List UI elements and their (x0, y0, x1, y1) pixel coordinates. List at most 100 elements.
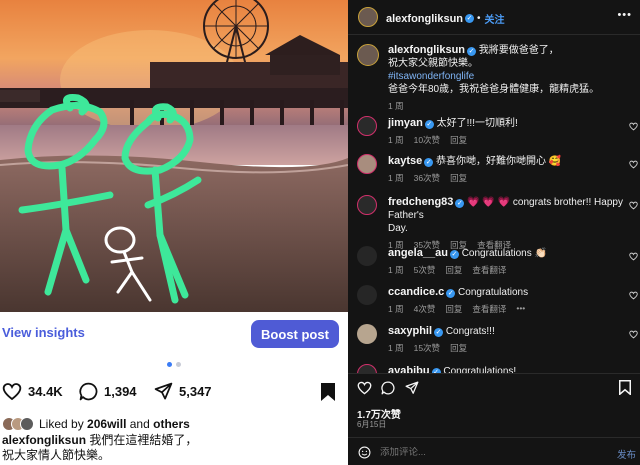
comment-body: ccandice.c ✓ Congratulations 1 周 4次赞 回复 查… (388, 286, 628, 315)
avatar[interactable] (357, 44, 379, 66)
comment-input[interactable] (380, 447, 580, 458)
comment-body: fredcheng83 ✓ 💗 💗 💗 congrats brother!! Ha… (388, 196, 628, 251)
liked-by-row: Liked by 206will and others (2, 415, 190, 433)
comment-meta: 1 周 36次赞 回复 (388, 172, 628, 184)
comment-reply[interactable]: 回复 (450, 342, 467, 354)
comment-like-heart-icon[interactable] (629, 122, 638, 131)
comments-panel: alexfongliksun ✓ • 关注 ••• alexfongliksun… (348, 0, 640, 465)
comment-more-icon[interactable]: ••• (516, 303, 525, 315)
heart-icon[interactable] (357, 381, 372, 395)
view-insights-link[interactable]: View insights (2, 325, 85, 340)
comment-reply[interactable]: 回复 (445, 303, 462, 315)
comment-body: jimyan ✓ 太好了!!!一切順利! 1 周 10次赞 回复 (388, 117, 628, 146)
carousel-dots (0, 362, 348, 370)
comment-time: 1 周 (388, 265, 404, 275)
comment-time: 1 周 (388, 135, 404, 145)
comment-like-heart-icon[interactable] (629, 291, 638, 300)
comment-reply[interactable]: 回复 (450, 172, 467, 184)
heart-icon (2, 383, 22, 401)
add-comment-bar: 发布 (348, 437, 640, 465)
post-username[interactable]: alexfongliksun (388, 44, 465, 56)
share-action[interactable]: 5,347 (154, 382, 212, 401)
comment-reply[interactable]: 回复 (445, 264, 462, 276)
share-icon[interactable] (405, 381, 419, 395)
comment-like-heart-icon[interactable] (629, 201, 638, 210)
comment-text: 恭喜你哋，好難你哋開心 🥰 (436, 156, 562, 167)
avatar[interactable] (357, 195, 377, 215)
like-action[interactable]: 34.4K (2, 382, 63, 401)
comment-translate[interactable]: 查看翻译 (472, 303, 506, 315)
post-text-1: 我將要做爸爸了， (478, 45, 559, 56)
comment-username[interactable]: angela__au (388, 247, 448, 259)
carousel-dot[interactable] (176, 362, 181, 367)
comment-body: kaytse ✓ 恭喜你哋，好難你哋開心 🥰 1 周 36次赞 回复 (388, 155, 628, 184)
comment-likes[interactable]: 4次赞 (414, 303, 436, 315)
save-action[interactable] (320, 382, 336, 402)
avatar[interactable] (357, 324, 377, 344)
caption-line-1: 我們在這裡結婚了， (89, 433, 198, 447)
avatar[interactable] (357, 116, 377, 136)
comment-text: 太好了!!!一切順利! (436, 118, 518, 129)
post-date: 6月15日 (357, 420, 387, 429)
avatar[interactable] (357, 246, 377, 266)
comment-time: 1 周 (388, 173, 404, 183)
comment-body: saxyphil ✓ Congrats!!! 1 周 15次赞 回复 (388, 325, 628, 354)
bookmark-icon (321, 383, 335, 401)
caption-line-2: 祝大家情人節快樂。 (2, 448, 111, 462)
post-hashtag[interactable]: #itsawonderfonglife (388, 70, 633, 83)
comment-like-heart-icon[interactable] (629, 252, 638, 261)
liked-by-others[interactable]: others (153, 417, 190, 431)
post-comment-button[interactable]: 发布 (617, 447, 636, 461)
beach-pier-photo (0, 0, 348, 312)
comment-likes[interactable]: 15次赞 (414, 342, 440, 354)
comment-meta: 1 周 15次赞 回复 (388, 342, 628, 354)
carousel-dot-active[interactable] (167, 362, 172, 367)
bookmark-icon[interactable] (619, 380, 631, 395)
follow-button[interactable]: 关注 (485, 11, 505, 26)
more-options-icon[interactable]: ••• (617, 9, 632, 21)
comment-username[interactable]: ccandice.c (388, 286, 444, 298)
comment-likes[interactable]: 10次赞 (414, 134, 440, 146)
share-icon (154, 382, 173, 400)
comment-reply[interactable]: 回复 (450, 134, 467, 146)
comment-username[interactable]: saxyphil (388, 325, 432, 337)
comment-likes[interactable]: 5次赞 (414, 264, 436, 276)
comment-time: 1 周 (388, 343, 404, 353)
avatar[interactable] (357, 285, 377, 305)
verified-badge-icon: ✓ (467, 47, 477, 56)
boost-post-button[interactable]: Boost post (251, 320, 339, 348)
comment-like-heart-icon[interactable] (629, 330, 638, 339)
verified-badge-icon: ✓ (434, 328, 444, 337)
comment-meta: 1 周 10次赞 回复 (388, 134, 628, 146)
verified-badge-icon: ✓ (446, 289, 456, 298)
comment-username[interactable]: fredcheng83 (388, 196, 453, 208)
verified-badge-icon: ✓ (455, 199, 465, 208)
comment-icon[interactable] (381, 381, 395, 395)
comment-username[interactable]: kaytse (388, 155, 422, 167)
comment-body: angela__au ✓ Congratulations 👏🏻 1 周 5次赞 回… (388, 247, 628, 276)
comment-likes[interactable]: 36次赞 (414, 172, 440, 184)
comment-action[interactable]: 1,394 (79, 382, 137, 401)
insights-bar: View insights Boost post (0, 312, 348, 357)
liked-by-user[interactable]: 206will (87, 417, 126, 431)
caption-username[interactable]: alexfongliksun (2, 433, 86, 447)
comment-meta: 1 周 4次赞 回复 查看翻译 ••• (388, 303, 628, 315)
comment-username[interactable]: jimyan (388, 117, 423, 129)
header-username[interactable]: alexfongliksun (386, 13, 463, 25)
post-text-block: alexfongliksun ✓ 我將要做爸爸了， 祝大家父親節快樂。 #itsa… (388, 44, 633, 112)
avatar[interactable] (357, 154, 377, 174)
post-photo[interactable] (0, 0, 348, 312)
comment-text: Congratulations (458, 287, 529, 298)
emoji-icon[interactable] (358, 446, 371, 459)
comment-like-heart-icon[interactable] (629, 160, 638, 169)
post-preview-panel: View insights Boost post 34.4K 1,394 5,3… (0, 0, 348, 465)
comment-text: Congrats!!! (445, 326, 495, 337)
post-meta: 1 周 (388, 100, 633, 112)
comments-count: 1,394 (104, 384, 137, 399)
liked-by-prefix: Liked by (39, 417, 84, 431)
avatar[interactable] (358, 7, 378, 27)
post-text-2: 祝大家父親節快樂。 (388, 58, 478, 69)
verified-badge-icon: ✓ (424, 158, 434, 167)
comment-translate[interactable]: 查看翻译 (472, 264, 506, 276)
comment-text-2: Day. (388, 223, 408, 234)
